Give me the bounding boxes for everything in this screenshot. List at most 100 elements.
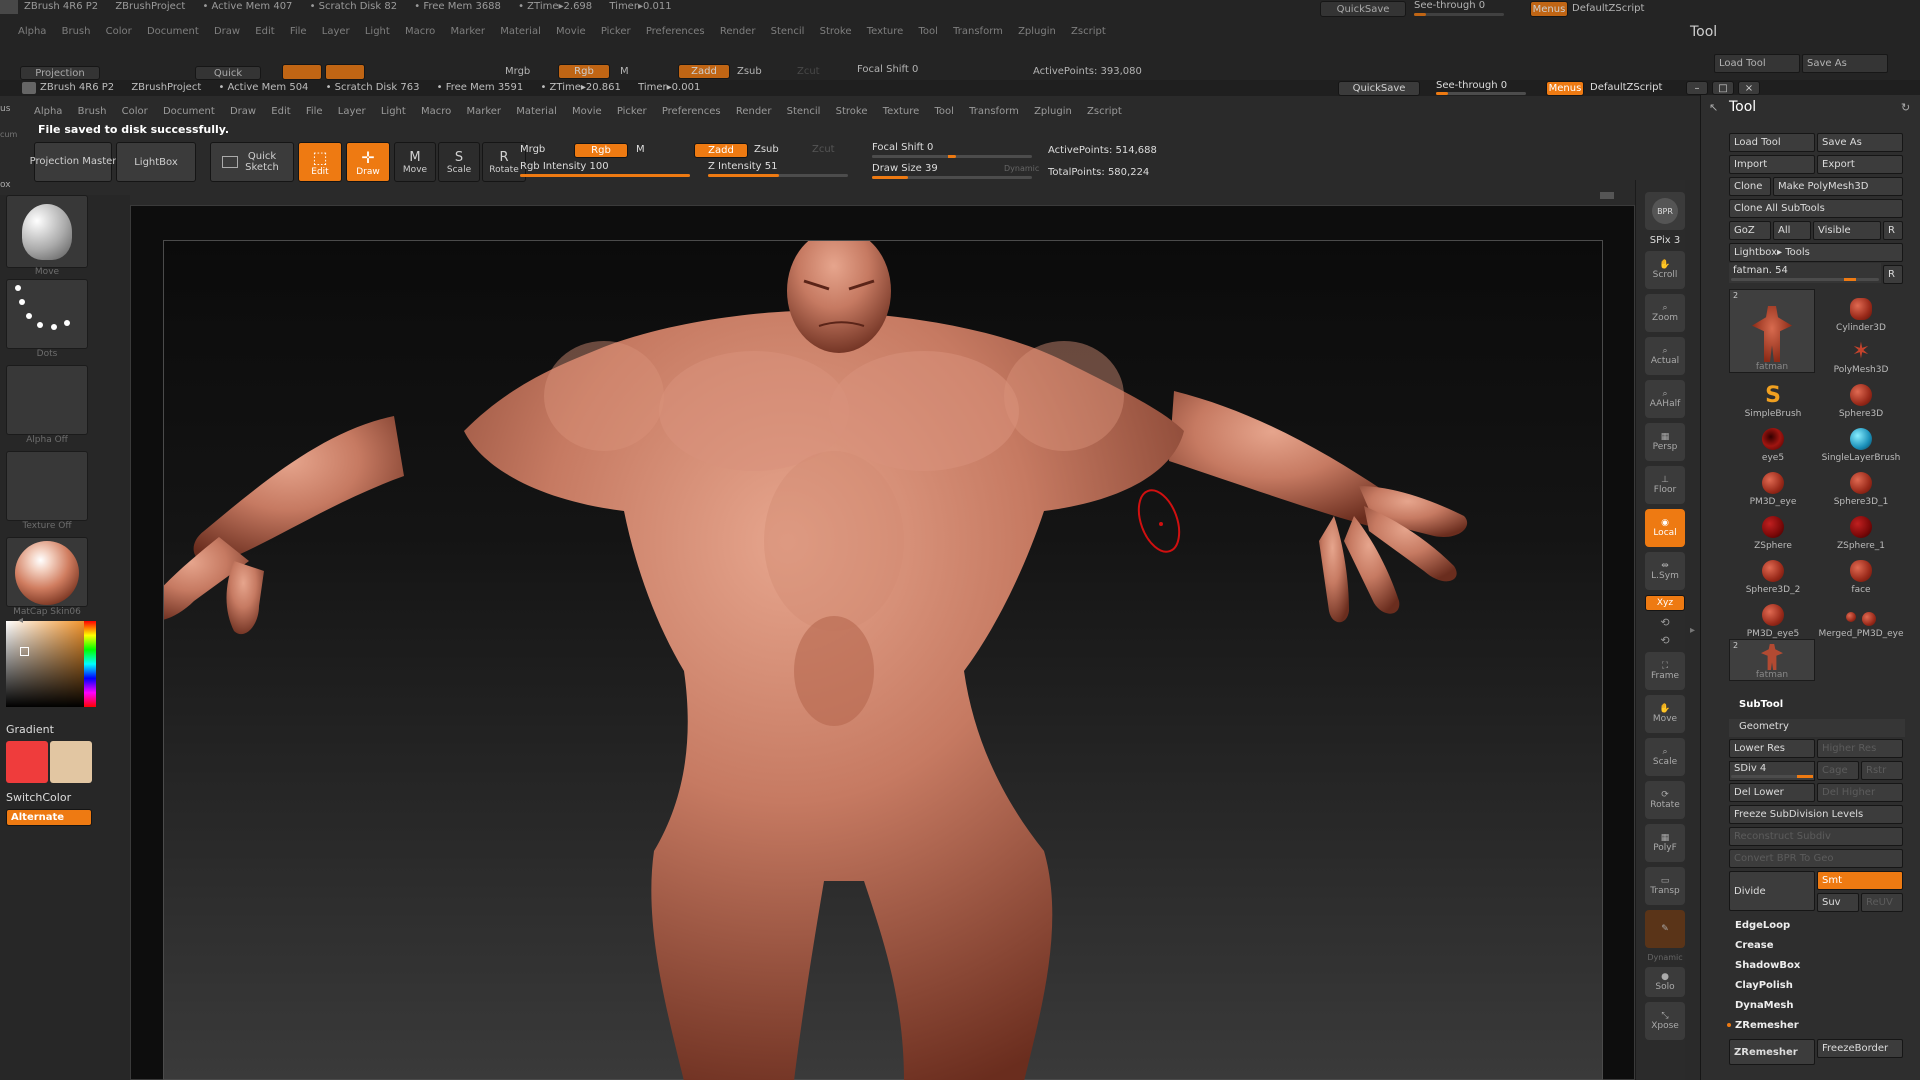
- floor-button[interactable]: ⊥ Floor: [1645, 466, 1685, 504]
- back-menu-item[interactable]: Marker: [450, 26, 485, 37]
- menu-item-tool[interactable]: Tool: [935, 106, 954, 117]
- tool-thumb-sphere3d-1[interactable]: Sphere3D_1: [1817, 463, 1905, 507]
- freeze-border-button[interactable]: FreezeBorder: [1817, 1039, 1903, 1058]
- make-polymesh-button[interactable]: Make PolyMesh3D: [1773, 177, 1903, 196]
- lower-res-button[interactable]: Lower Res: [1729, 739, 1815, 758]
- back-menu-item[interactable]: File: [290, 26, 307, 37]
- scale-view-button[interactable]: ⌕ Scale: [1645, 738, 1685, 776]
- tool-thumb-zsphere-1[interactable]: ZSphere_1: [1817, 507, 1905, 551]
- back-menu-item[interactable]: Stroke: [820, 26, 852, 37]
- back-menu-item[interactable]: Draw: [214, 26, 240, 37]
- zadd-button[interactable]: Zadd: [694, 143, 748, 158]
- back-menu-item[interactable]: Movie: [556, 26, 586, 37]
- rgb-intensity-slider[interactable]: Rgb Intensity 100: [520, 161, 720, 181]
- zremesher-button[interactable]: ZRemesher: [1729, 1039, 1815, 1065]
- tool-thumb-pm3d-eye[interactable]: PM3D_eye: [1729, 463, 1817, 507]
- palette-refresh-icon[interactable]: ↻: [1901, 101, 1910, 114]
- convert-bpr-button[interactable]: Convert BPR To Geo: [1729, 849, 1903, 868]
- back-menu-item[interactable]: Zscript: [1071, 26, 1106, 37]
- back-menu-item[interactable]: Transform: [953, 26, 1003, 37]
- gradient-label[interactable]: Gradient: [6, 723, 54, 736]
- back-save-as-button[interactable]: Save As: [1802, 54, 1888, 73]
- tool-thumb-fatman-recent[interactable]: 2 fatman: [1729, 639, 1815, 681]
- z-intensity-slider[interactable]: Z Intensity 51: [708, 161, 858, 181]
- edit-button[interactable]: ⬚ Edit: [298, 142, 342, 182]
- back-edit-button[interactable]: [282, 64, 322, 80]
- tool-thumb-simplebrush[interactable]: S SimpleBrush: [1729, 375, 1817, 420]
- tool-thumb-eye5[interactable]: eye5: [1729, 419, 1817, 463]
- back-menu-item[interactable]: Preferences: [646, 26, 705, 37]
- current-tool-slider[interactable]: fatman. 54: [1729, 263, 1881, 283]
- divide-button[interactable]: Divide: [1729, 871, 1815, 911]
- zremesher-section[interactable]: ZRemesher: [1727, 1015, 1905, 1035]
- load-tool-button[interactable]: Load Tool: [1729, 133, 1815, 152]
- menu-item-light[interactable]: Light: [381, 106, 406, 117]
- color-picker[interactable]: [6, 621, 96, 707]
- menu-item-texture[interactable]: Texture: [883, 106, 920, 117]
- geometry-section-header[interactable]: Geometry: [1729, 719, 1905, 737]
- tool-thumb-polymesh3d[interactable]: ✶ PolyMesh3D: [1817, 331, 1905, 376]
- export-button[interactable]: Export: [1817, 155, 1903, 174]
- back-menu-item[interactable]: Tool: [919, 26, 938, 37]
- freeze-subdivision-button[interactable]: Freeze SubDivision Levels: [1729, 805, 1903, 824]
- xyz-button[interactable]: Xyz: [1645, 595, 1685, 611]
- draw-button[interactable]: ✛ Draw: [346, 142, 390, 182]
- dynamic-toggle[interactable]: Dynamic: [1004, 164, 1039, 173]
- menu-item-movie[interactable]: Movie: [572, 106, 602, 117]
- back-menu-item[interactable]: Color: [106, 26, 132, 37]
- menu-item-document[interactable]: Document: [163, 106, 215, 117]
- rgb-button[interactable]: Rgb: [574, 143, 628, 158]
- shadowbox-section[interactable]: ShadowBox: [1729, 955, 1905, 975]
- tool-thumb-zsphere[interactable]: ZSphere: [1729, 507, 1817, 551]
- menu-item-layer[interactable]: Layer: [338, 106, 366, 117]
- edgeloop-section[interactable]: EdgeLoop: [1729, 915, 1905, 935]
- smt-toggle[interactable]: Smt: [1817, 871, 1903, 890]
- polyf-button[interactable]: ▦ PolyF: [1645, 824, 1685, 862]
- close-icon[interactable]: ×: [1738, 81, 1760, 95]
- menu-item-file[interactable]: File: [306, 106, 323, 117]
- frame-button[interactable]: ⛶ Frame: [1645, 652, 1685, 690]
- lsym-button[interactable]: ⇹ L.Sym: [1645, 552, 1685, 590]
- quicksave-button[interactable]: QuickSave: [1338, 81, 1420, 96]
- lightbox-button[interactable]: LightBox: [116, 142, 196, 182]
- rotate-z-icon[interactable]: ⟲: [1660, 634, 1669, 647]
- back-menu-item[interactable]: Edit: [255, 26, 274, 37]
- tool-thumb-sphere3d[interactable]: Sphere3D: [1817, 375, 1905, 419]
- m-button[interactable]: M: [636, 144, 645, 155]
- aahalf-button[interactable]: ⌕ AAHalf: [1645, 380, 1685, 418]
- right-collapse-arrow-icon[interactable]: ▸: [1690, 625, 1695, 636]
- maximize-icon[interactable]: □: [1712, 81, 1734, 95]
- back-zsub-label[interactable]: Zsub: [737, 66, 762, 77]
- menu-item-stroke[interactable]: Stroke: [836, 106, 868, 117]
- ghost-button[interactable]: ✎: [1645, 910, 1685, 948]
- tool-thumb-merged-pm3d-eye[interactable]: Merged_PM3D_eye: [1817, 595, 1905, 639]
- suv-toggle[interactable]: Suv: [1817, 893, 1859, 912]
- material-selector[interactable]: [6, 537, 88, 607]
- menu-item-picker[interactable]: Picker: [617, 106, 647, 117]
- subtool-section-header[interactable]: SubTool: [1739, 699, 1783, 710]
- back-menu-item[interactable]: Brush: [62, 26, 91, 37]
- goz-button[interactable]: GoZ: [1729, 221, 1771, 240]
- bpr-button[interactable]: BPR: [1645, 192, 1685, 230]
- alpha-selector[interactable]: [6, 365, 88, 435]
- save-as-button[interactable]: Save As: [1817, 133, 1903, 152]
- projection-master-button[interactable]: Projection Master: [30, 142, 116, 182]
- import-button[interactable]: Import: [1729, 155, 1815, 174]
- menu-item-stencil[interactable]: Stencil: [787, 106, 821, 117]
- secondary-color-swatch[interactable]: [50, 741, 92, 783]
- xpose-button[interactable]: ⤡ Xpose: [1645, 1002, 1685, 1040]
- higher-res-button[interactable]: Higher Res: [1817, 739, 1903, 758]
- back-focal-shift[interactable]: Focal Shift 0: [857, 64, 918, 75]
- menu-item-zplugin[interactable]: Zplugin: [1034, 106, 1072, 117]
- viewport[interactable]: [143, 229, 1603, 1080]
- default-zscript-button[interactable]: DefaultZScript: [1590, 82, 1662, 93]
- actual-button[interactable]: ⌕ Actual: [1645, 337, 1685, 375]
- dynamesh-section[interactable]: DynaMesh: [1729, 995, 1905, 1015]
- visible-button[interactable]: Visible: [1813, 221, 1881, 240]
- back-zcut-label[interactable]: Zcut: [797, 66, 820, 77]
- main-color-swatch[interactable]: [6, 741, 48, 783]
- transp-button[interactable]: ▭ Transp: [1645, 867, 1685, 905]
- tool-thumb-cylinder3d[interactable]: Cylinder3D: [1817, 289, 1905, 333]
- menu-item-marker[interactable]: Marker: [466, 106, 501, 117]
- hue-strip[interactable]: [84, 621, 96, 707]
